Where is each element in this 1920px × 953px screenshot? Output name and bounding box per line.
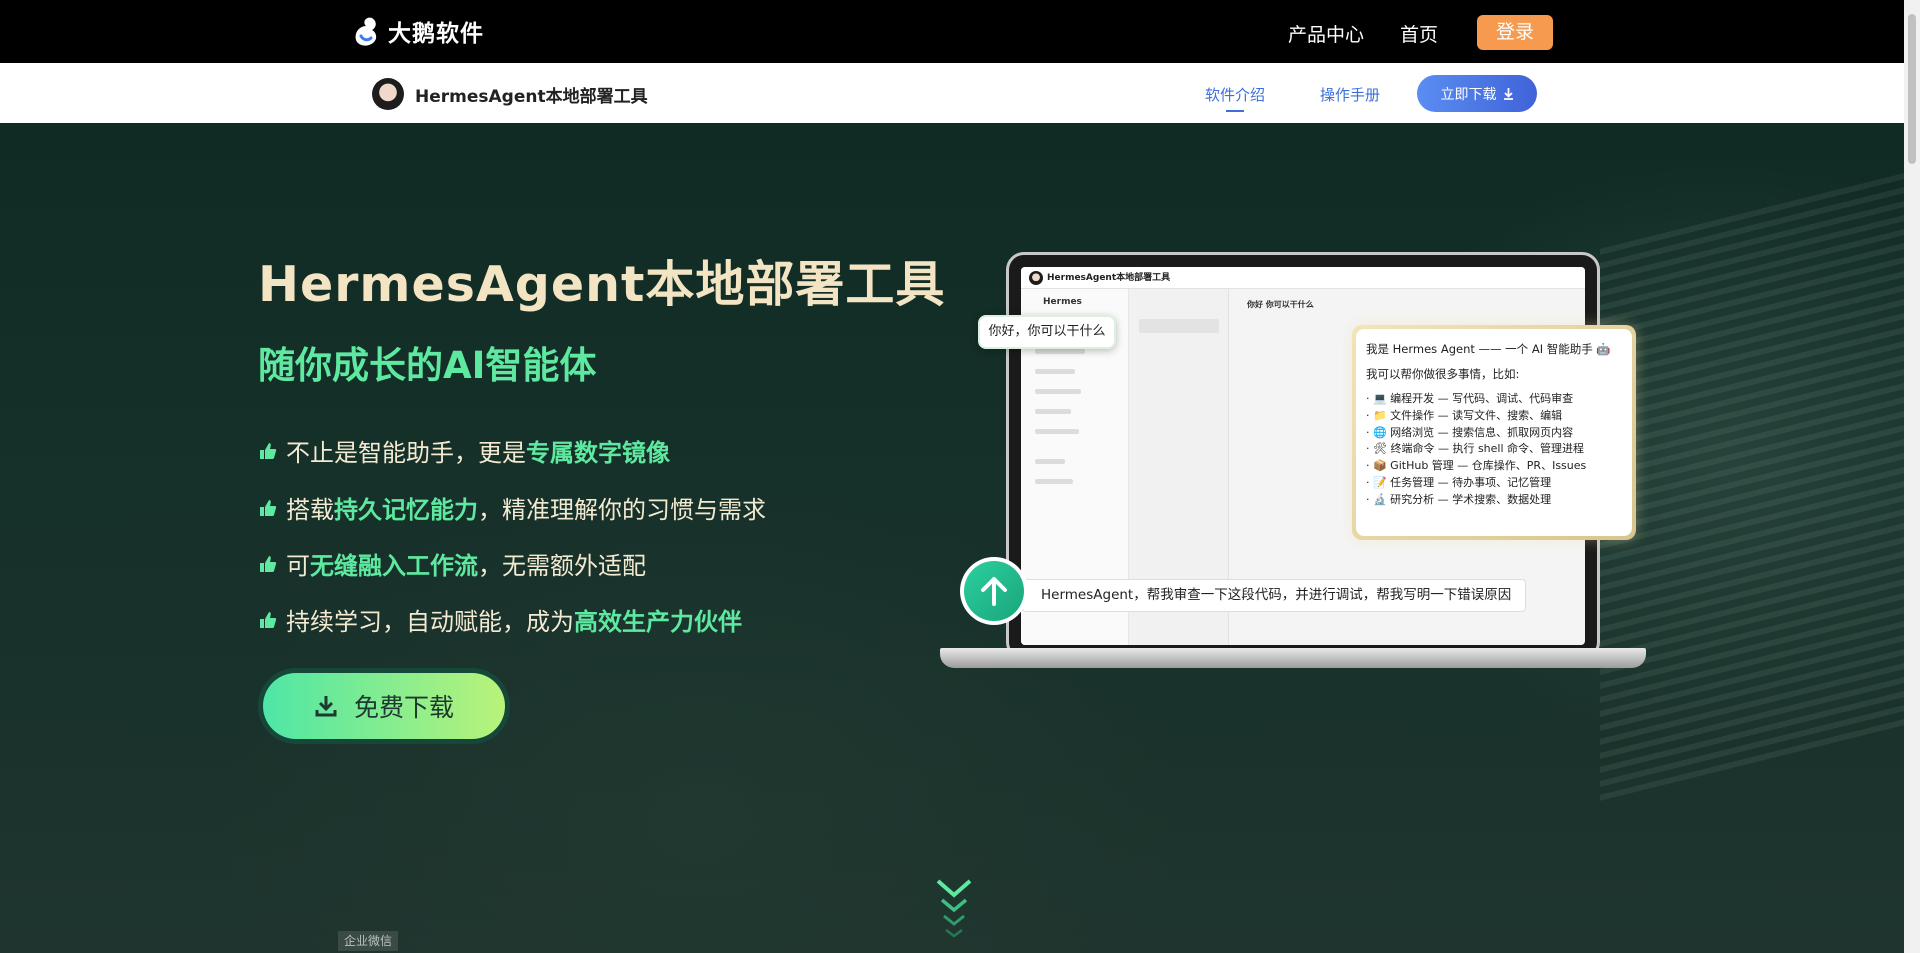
mockup-sidebar-line: [1035, 409, 1071, 414]
mockup-sidebar-line: [1035, 459, 1065, 464]
free-download-button[interactable]: 免费下载: [258, 668, 510, 744]
product-subnav: HermesAgent本地部署工具 软件介绍 操作手册 立即下载: [0, 63, 1904, 123]
product-title: HermesAgent本地部署工具: [415, 87, 648, 107]
feature-text: 可: [286, 552, 310, 580]
feature-text: 不止是智能助手，更是: [286, 439, 526, 467]
tab-user-manual[interactable]: 操作手册: [1320, 84, 1380, 105]
download-icon: [315, 696, 337, 717]
mockup-sidebar-line: [1035, 349, 1085, 354]
feature-highlight: 专属数字镜像: [526, 439, 670, 467]
feature-item: 不止是智能助手，更是专属数字镜像: [258, 433, 670, 468]
capability-item: · 🛠 终端命令 — 执行 shell 命令、管理进程: [1366, 442, 1585, 456]
thumbs-up-icon: [260, 555, 277, 572]
capability-item: · 📁 文件操作 — 读写文件、搜索、编辑: [1366, 408, 1563, 422]
nav-home[interactable]: 首页: [1400, 20, 1438, 47]
mockup-window-title: HermesAgent本地部署工具: [1021, 267, 1585, 289]
mockup-sidebar-line: [1035, 389, 1081, 394]
brand-name: 大鹅软件: [388, 21, 484, 47]
capability-item: · 📦 GitHub 管理 — 仓库操作、PR、Issues: [1366, 459, 1587, 473]
prompt-input-display: HermesAgent，帮我审查一下这段代码，并进行调试，帮我写明一下错误原因: [1022, 579, 1526, 612]
feature-item: 持续学习，自动赋能，成为高效生产力伙伴: [258, 602, 742, 637]
background-decoration: [1600, 165, 1904, 801]
wechat-contact-tag[interactable]: 企业微信: [338, 931, 399, 951]
send-button: [960, 557, 1028, 625]
mockup-sidebar-title: Hermes: [1043, 297, 1082, 307]
thumbs-up-icon: [260, 611, 277, 628]
active-tab-indicator: [1226, 110, 1244, 112]
tab-software-intro[interactable]: 软件介绍: [1205, 84, 1265, 105]
feature-text: ，无需额外适配: [478, 552, 646, 580]
mockup-avatar: [1029, 271, 1043, 285]
hero-title: HermesAgent本地部署工具: [258, 256, 946, 313]
hero-subtitle: 随你成长的AI智能体: [258, 344, 597, 387]
mockup-sidebar-line: [1035, 429, 1079, 434]
mockup-session-item: [1139, 319, 1219, 333]
mockup-chat-title: 你好 你可以干什么: [1247, 300, 1314, 309]
free-download-label: 免费下载: [353, 693, 454, 722]
top-navbar: 大鹅软件 产品中心 首页 登录: [0, 0, 1904, 63]
feature-highlight: 持久记忆能力: [334, 496, 478, 524]
thumbs-up-icon: [260, 442, 277, 459]
feature-highlight: 高效生产力伙伴: [574, 608, 742, 636]
capability-item: · 💻 编程开发 — 写代码、调试、代码审查: [1366, 392, 1574, 405]
user-message-bubble: 你好，你可以干什么: [978, 315, 1116, 349]
feature-text: 搭载: [286, 496, 334, 524]
mockup-sidebar-line: [1035, 369, 1075, 374]
capability-item: · 🔬 研究分析 — 学术搜索、数据处理: [1366, 492, 1552, 506]
scroll-down-chevrons-icon[interactable]: [935, 878, 973, 938]
download-now-button[interactable]: 立即下载: [1417, 75, 1537, 112]
reply-heading: 我是 Hermes Agent —— 一个 AI 智能助手 🤖: [1366, 342, 1611, 356]
free-download-button-face[interactable]: 免费下载: [263, 673, 505, 739]
feature-item: 可无缝融入工作流，无需额外适配: [258, 546, 646, 581]
scrollbar-thumb[interactable]: [1908, 14, 1916, 164]
arrow-up-icon: [981, 577, 1007, 606]
feature-text: ，精准理解你的习惯与需求: [478, 496, 766, 524]
download-arrow-icon: [1503, 87, 1513, 100]
feature-text: 持续学习，自动赋能，成为: [286, 608, 574, 636]
feature-highlight: 无缝融入工作流: [310, 552, 478, 580]
laptop-base: [940, 648, 1646, 668]
brand-logo-link[interactable]: 大鹅软件: [352, 14, 484, 48]
goose-logo-icon: [355, 17, 377, 46]
capability-item: · 📝 任务管理 — 待办事项、记忆管理: [1366, 475, 1552, 489]
capability-item: · 🌐 网络浏览 — 搜索信息、抓取网页内容: [1366, 425, 1574, 439]
mockup-sidebar-line: [1035, 479, 1073, 484]
reply-intro: 我可以帮你做很多事情，比如:: [1366, 367, 1520, 381]
assistant-reply-card: 我是 Hermes Agent —— 一个 AI 智能助手 🤖 我可以帮你做很多…: [1352, 325, 1636, 540]
thumbs-up-icon: [260, 499, 277, 516]
capability-list: · 💻 编程开发 — 写代码、调试、代码审查 · 📁 文件操作 — 读写文件、搜…: [1366, 391, 1622, 509]
nav-product-center[interactable]: 产品中心: [1288, 20, 1364, 47]
page-scrollbar[interactable]: [1904, 0, 1920, 953]
download-now-label: 立即下载: [1440, 86, 1497, 103]
feature-item: 搭载持久记忆能力，精准理解你的习惯与需求: [258, 490, 766, 525]
app-avatar: [372, 78, 404, 110]
login-button[interactable]: 登录: [1477, 15, 1553, 50]
